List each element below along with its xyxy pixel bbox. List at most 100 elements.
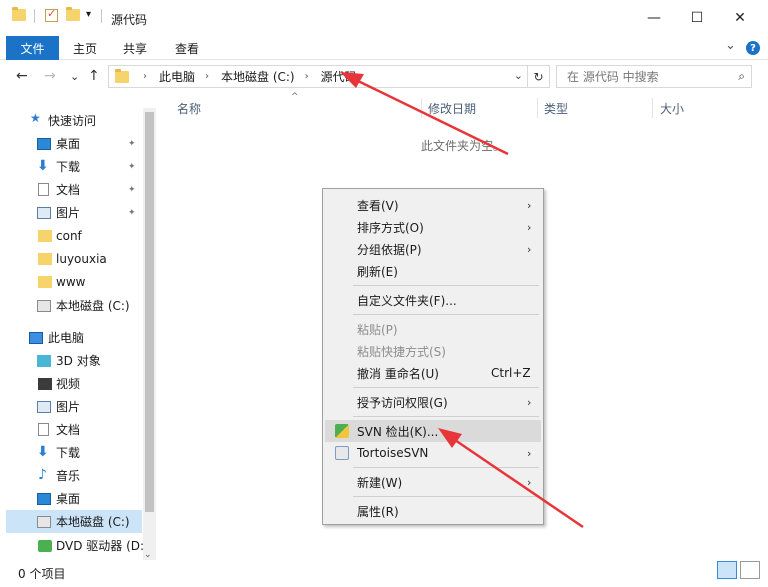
nav-item-local-disk[interactable]: 本地磁盘 (C:)	[6, 510, 142, 533]
desktop-icon	[37, 492, 51, 505]
close-button[interactable]: ✕	[720, 6, 760, 30]
empty-folder-message: 此文件夹为空。	[421, 139, 506, 153]
up-button[interactable]: ↑	[88, 68, 100, 84]
breadcrumb-source-code[interactable]: 源代码	[321, 68, 357, 85]
folder-icon	[38, 252, 52, 265]
column-divider[interactable]	[652, 98, 653, 118]
menu-item-undo-rename[interactable]: 撤消 重命名(U) Ctrl+Z	[325, 362, 541, 384]
document-icon	[38, 423, 49, 436]
nav-item-pc-downloads[interactable]: ⬇ 下载	[0, 441, 142, 464]
breadcrumb-local-disk[interactable]: 本地磁盘 (C:)	[221, 68, 295, 85]
menu-item-refresh[interactable]: 刷新(E)	[325, 260, 541, 282]
download-icon: ⬇	[37, 444, 49, 460]
column-name[interactable]: 名称	[177, 100, 201, 117]
search-box[interactable]: 在 源代码 中搜索 ⌕	[556, 65, 752, 88]
nav-item-desktop[interactable]: 桌面 ✦	[0, 132, 142, 155]
menu-item-give-access[interactable]: 授予访问权限(G) ›	[325, 391, 541, 413]
breadcrumb-separator[interactable]: ›	[305, 71, 309, 82]
pin-icon: ✦	[128, 161, 136, 172]
menu-item-paste-shortcut: 粘贴快捷方式(S)	[325, 340, 541, 362]
folder-icon	[38, 275, 52, 288]
divider	[34, 9, 35, 23]
column-date-modified[interactable]: 修改日期	[428, 100, 476, 117]
nav-item-videos[interactable]: 视频	[0, 372, 142, 395]
submenu-arrow-icon: ›	[527, 198, 532, 212]
ribbon: 文件 主页 共享 查看 ⌄ ?	[0, 36, 768, 60]
properties-icon[interactable]	[45, 7, 58, 22]
menu-separator	[353, 496, 539, 497]
item-count: 0 个项目	[18, 567, 66, 581]
new-folder-icon[interactable]	[66, 7, 80, 21]
nav-item-downloads[interactable]: ⬇ 下载 ✦	[0, 155, 142, 178]
forward-button[interactable]: →	[44, 68, 56, 84]
nav-item-pc-documents[interactable]: 文档	[0, 418, 142, 441]
nav-label: 音乐	[56, 469, 81, 483]
nav-item-pc-desktop[interactable]: 桌面	[0, 487, 142, 510]
scrollbar-thumb[interactable]	[145, 112, 154, 512]
address-dropdown-icon[interactable]: ⌄	[514, 69, 523, 82]
minimize-button[interactable]: —	[634, 6, 674, 30]
back-button[interactable]: ←	[16, 68, 28, 84]
nav-item-pc-pictures[interactable]: 图片	[0, 395, 142, 418]
breadcrumb-separator[interactable]: ›	[205, 71, 209, 82]
tab-home[interactable]: 主页	[62, 36, 108, 60]
nav-item-conf[interactable]: conf	[0, 224, 142, 247]
music-icon: ♪	[38, 467, 47, 483]
ribbon-collapse-icon[interactable]: ⌄	[725, 38, 736, 53]
menu-item-sort-by[interactable]: 排序方式(O) ›	[325, 216, 541, 238]
recent-locations-button[interactable]: ⌄	[70, 70, 79, 83]
menu-separator	[353, 416, 539, 417]
menu-item-customize-folder[interactable]: 自定义文件夹(F)...	[325, 289, 541, 311]
menu-item-svn-checkout[interactable]: SVN 检出(K)...	[325, 420, 541, 442]
nav-item-dvd[interactable]: DVD 驱动器 (D:	[0, 534, 144, 557]
column-type[interactable]: 类型	[544, 100, 568, 117]
divider	[101, 9, 102, 23]
desktop-icon	[37, 137, 51, 150]
nav-this-pc[interactable]: 此电脑	[0, 326, 142, 349]
nav-item-3d-objects[interactable]: 3D 对象	[0, 349, 142, 372]
download-icon: ⬇	[37, 158, 49, 174]
menu-label: 撤消 重命名(U)	[357, 366, 439, 381]
large-icons-view-button[interactable]	[740, 561, 760, 579]
maximize-button[interactable]: ☐	[677, 6, 717, 30]
menu-item-group-by[interactable]: 分组依据(P) ›	[325, 238, 541, 260]
nav-item-local-disk-quick[interactable]: 本地磁盘 (C:)	[0, 294, 142, 317]
menu-item-new[interactable]: 新建(W) ›	[325, 471, 541, 493]
nav-item-pictures[interactable]: 图片 ✦	[0, 201, 142, 224]
search-input[interactable]: 在 源代码 中搜索	[567, 68, 659, 85]
breadcrumb-this-pc[interactable]: 此电脑	[159, 68, 195, 85]
column-divider[interactable]	[421, 98, 422, 118]
column-size[interactable]: 大小	[660, 100, 684, 117]
menu-item-properties[interactable]: 属性(R)	[325, 500, 541, 522]
refresh-button[interactable]: ↻	[528, 65, 550, 88]
nav-quick-access[interactable]: ★ 快速访问	[0, 109, 142, 132]
svn-checkout-icon	[335, 424, 349, 438]
nav-scrollbar[interactable]: ⌄	[143, 108, 156, 560]
tab-file[interactable]: 文件	[6, 36, 59, 60]
menu-label: SVN 检出(K)...	[357, 424, 439, 439]
search-icon: ⌕	[738, 69, 745, 83]
address-bar[interactable]: › 此电脑 › 本地磁盘 (C:) › 源代码 ⌄	[108, 65, 528, 88]
tortoisesvn-icon	[335, 446, 349, 460]
nav-item-luyouxia[interactable]: luyouxia	[0, 247, 142, 270]
menu-item-view[interactable]: 查看(V) ›	[325, 194, 541, 216]
customize-toolbar-icon[interactable]: ▾	[86, 9, 91, 20]
tab-share[interactable]: 共享	[112, 36, 158, 60]
document-icon	[38, 183, 49, 196]
nav-item-www[interactable]: www	[0, 270, 142, 293]
help-icon[interactable]: ?	[746, 41, 760, 55]
details-view-button[interactable]	[717, 561, 737, 579]
menu-item-tortoisesvn[interactable]: TortoiseSVN ›	[325, 442, 541, 464]
folder-icon	[115, 68, 129, 83]
nav-item-music[interactable]: ♪ 音乐	[0, 464, 142, 487]
menu-separator	[353, 314, 539, 315]
breadcrumb-separator[interactable]: ›	[143, 71, 147, 82]
nav-label: luyouxia	[56, 251, 107, 266]
nav-item-documents[interactable]: 文档 ✦	[0, 178, 142, 201]
column-divider[interactable]	[537, 98, 538, 118]
tab-view[interactable]: 查看	[164, 36, 210, 60]
submenu-arrow-icon: ›	[527, 395, 532, 409]
nav-label: 桌面	[56, 492, 81, 506]
menu-label: 自定义文件夹(F)...	[357, 293, 457, 308]
submenu-arrow-icon: ›	[527, 446, 532, 460]
